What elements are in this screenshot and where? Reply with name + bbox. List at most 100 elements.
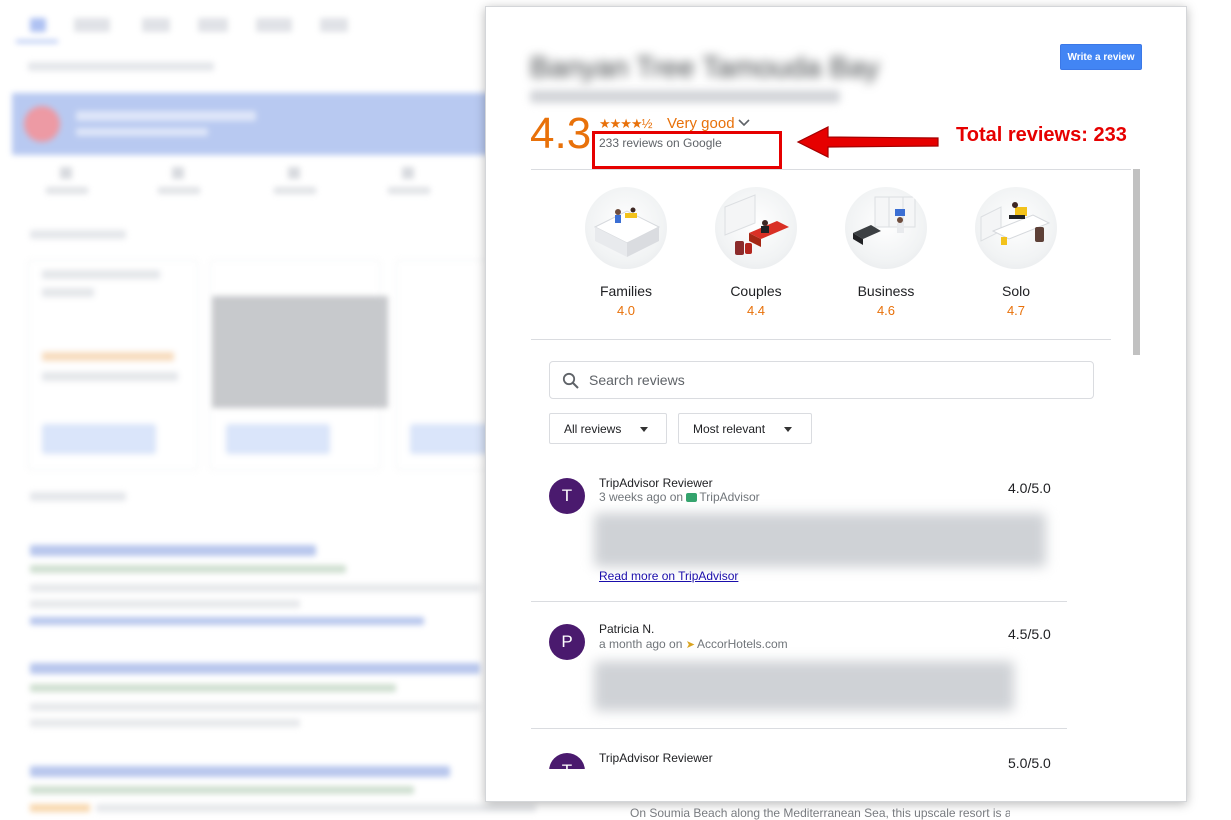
bg-link <box>30 663 480 674</box>
divider <box>531 169 1131 170</box>
hotel-subtitle-blurred <box>530 90 840 103</box>
annotation-arrow <box>796 126 939 158</box>
hotel-title: Banyan Tree Tamouda Bay <box>530 52 880 84</box>
write-review-button[interactable]: Write a review <box>1060 44 1142 70</box>
read-more-link[interactable]: Read more on TripAdvisor <box>599 569 738 583</box>
chevron-down-icon[interactable] <box>737 117 751 129</box>
bg-banner-line <box>76 128 208 136</box>
star-rating: ★★★★½ <box>599 116 652 131</box>
review-text-blurred <box>594 661 1014 711</box>
traveller-type-score: 4.7 <box>1006 303 1026 318</box>
business-illustration <box>845 187 927 269</box>
bg-tab-all <box>30 18 46 32</box>
bg-snippet <box>30 719 300 727</box>
review-source: AccorHotels.com <box>696 637 788 651</box>
divider <box>531 339 1111 340</box>
review-meta: a month ago on ➤ AccorHotels.com <box>599 637 788 651</box>
overall-rating: 4.3 <box>530 109 592 158</box>
review-score: 4.0/5.0 <box>1008 480 1051 496</box>
traveller-type-label: Families <box>599 283 653 299</box>
bg-button <box>226 424 330 454</box>
bg-action <box>354 165 464 205</box>
traveller-type-label: Solo <box>1001 283 1031 299</box>
traveller-type-score: 4.4 <box>746 303 766 318</box>
traveller-type-score: 4.0 <box>616 303 636 318</box>
all-reviews-dropdown[interactable]: All reviews <box>549 413 667 444</box>
bg-banner-line <box>76 111 256 121</box>
bg-url <box>30 565 346 573</box>
bg-tab <box>198 18 228 32</box>
sort-dropdown[interactable]: Most relevant <box>678 413 812 444</box>
bg-action <box>12 165 122 205</box>
traveller-type-solo[interactable]: Solo 4.7 <box>961 187 1071 318</box>
review-time: a month ago on <box>599 637 683 651</box>
review-text-blurred <box>594 513 1046 567</box>
dropdown-label: All reviews <box>564 422 622 436</box>
bg-action <box>240 165 350 205</box>
bg-link <box>30 545 316 556</box>
review-meta: 3 weeks ago on TripAdvisor <box>599 490 760 504</box>
solo-illustration <box>975 187 1057 269</box>
rating-label[interactable]: Very good <box>667 115 735 132</box>
accorhotels-icon: ➤ <box>685 639 695 651</box>
divider <box>531 728 1067 729</box>
caret-down-icon <box>784 427 792 432</box>
scrollbar-thumb[interactable] <box>1133 169 1140 355</box>
bg-button <box>42 424 156 454</box>
search-icon <box>562 372 579 389</box>
families-illustration <box>585 187 667 269</box>
review-item: P Patricia N. a month ago on ➤ AccorHotel… <box>530 619 1068 729</box>
bg-tab <box>320 18 348 32</box>
avatar[interactable]: P <box>549 624 585 660</box>
reviewer-name[interactable]: Patricia N. <box>599 622 654 636</box>
bg-line <box>30 230 126 239</box>
bg-action <box>124 165 234 205</box>
review-score: 4.5/5.0 <box>1008 626 1051 642</box>
bg-banner <box>12 93 492 155</box>
dropdown-label: Most relevant <box>693 422 766 436</box>
dialog-bottom-padding <box>486 769 1186 801</box>
search-box[interactable] <box>549 361 1094 399</box>
bg-link <box>30 766 450 777</box>
annotation-text: Total reviews: 233 <box>956 124 1127 146</box>
reviews-dialog: Banyan Tree Tamouda Bay Write a review 4… <box>485 6 1187 802</box>
bg-line <box>42 270 160 279</box>
bg-line <box>42 288 94 297</box>
bg-line <box>42 352 174 361</box>
bg-snippet <box>30 600 300 608</box>
bg-photo <box>212 296 388 408</box>
bg-tab <box>142 18 170 32</box>
avatar[interactable]: T <box>549 478 585 514</box>
bg-line <box>42 372 178 381</box>
bg-snippet <box>96 804 536 812</box>
bg-banner-icon <box>24 106 60 142</box>
bg-tab <box>256 18 292 32</box>
bg-snippet <box>30 703 480 711</box>
reviewer-name[interactable]: TripAdvisor Reviewer <box>599 476 713 490</box>
traveller-type-families[interactable]: Families 4.0 <box>571 187 681 318</box>
tripadvisor-icon <box>686 493 698 502</box>
annotation-highlight-box <box>592 131 782 169</box>
traveller-type-couples[interactable]: Couples 4.4 <box>701 187 811 318</box>
bg-result-stats <box>28 62 214 71</box>
bg-tab <box>74 18 110 32</box>
divider <box>531 601 1067 602</box>
couples-illustration <box>715 187 797 269</box>
reviewer-name[interactable]: TripAdvisor Reviewer <box>599 751 713 765</box>
bg-link <box>30 617 424 625</box>
bg-stars <box>30 804 90 812</box>
review-time: 3 weeks ago on <box>599 490 684 504</box>
bg-button <box>410 424 490 454</box>
review-source: TripAdvisor <box>699 490 760 504</box>
traveller-type-label: Business <box>857 283 915 299</box>
traveller-type-business[interactable]: Business 4.6 <box>831 187 941 318</box>
bg-tab-underline <box>16 40 58 43</box>
review-item: T TripAdvisor Reviewer 3 weeks ago on Tr… <box>530 473 1068 603</box>
bg-snippet <box>30 584 480 592</box>
bg-url <box>30 684 396 692</box>
traveller-type-score: 4.6 <box>876 303 896 318</box>
caret-down-icon <box>640 427 648 432</box>
traveller-type-label: Couples <box>730 283 782 299</box>
search-input[interactable] <box>587 362 1077 398</box>
bg-url <box>30 786 414 794</box>
